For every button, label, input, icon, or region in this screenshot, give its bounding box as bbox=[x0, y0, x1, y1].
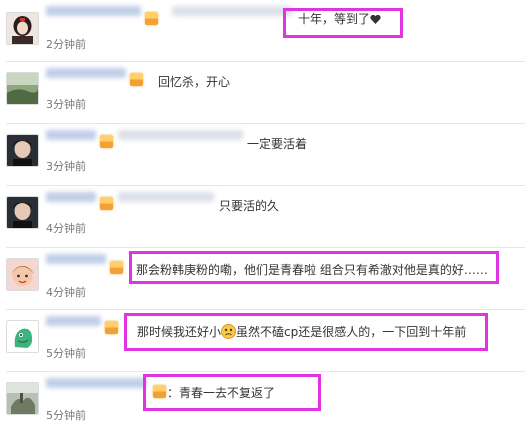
timestamp: 4分钟前 bbox=[46, 222, 86, 235]
timestamp: 5分钟前 bbox=[46, 409, 86, 422]
member-badge-icon bbox=[100, 197, 113, 210]
blurred-text bbox=[118, 192, 214, 202]
highlight-box bbox=[129, 251, 499, 284]
comment-row: 一定要活着 3分钟前 bbox=[0, 124, 525, 186]
timestamp: 5分钟前 bbox=[46, 347, 86, 360]
blurred-username bbox=[46, 130, 96, 140]
member-badge-icon bbox=[105, 321, 118, 334]
member-badge-icon bbox=[110, 261, 123, 274]
blurred-username bbox=[46, 68, 126, 78]
blurred-username bbox=[46, 6, 141, 16]
comment-row: 只要活的久 4分钟前 bbox=[0, 186, 525, 248]
timestamp: 3分钟前 bbox=[46, 160, 86, 173]
comment-row: 十年，等到了 2分钟前 bbox=[0, 0, 525, 62]
user-avatar[interactable] bbox=[6, 72, 39, 105]
blurred-username bbox=[46, 378, 146, 388]
blurred-username bbox=[46, 316, 101, 326]
user-avatar[interactable] bbox=[6, 134, 39, 167]
blurred-username bbox=[46, 192, 96, 202]
timestamp: 4分钟前 bbox=[46, 286, 86, 299]
timestamp: 3分钟前 bbox=[46, 98, 86, 111]
highlight-box bbox=[283, 8, 403, 38]
user-avatar[interactable] bbox=[6, 258, 39, 291]
comment-row: 回忆杀，开心 3分钟前 bbox=[0, 62, 525, 124]
timestamp: 2分钟前 bbox=[46, 38, 86, 51]
user-avatar[interactable] bbox=[6, 320, 39, 353]
blurred-username bbox=[46, 254, 106, 264]
blurred-text bbox=[118, 130, 243, 140]
member-badge-icon bbox=[145, 12, 158, 25]
blurred-text bbox=[172, 6, 292, 16]
user-avatar[interactable] bbox=[6, 12, 39, 45]
user-avatar[interactable] bbox=[6, 382, 39, 415]
user-avatar[interactable] bbox=[6, 196, 39, 229]
comment-text: 一定要活着 bbox=[247, 137, 308, 151]
comment-text: 只要活的久 bbox=[219, 199, 280, 213]
highlight-box bbox=[143, 374, 321, 411]
highlight-box bbox=[124, 313, 488, 351]
member-badge-icon bbox=[130, 73, 143, 86]
member-badge-icon bbox=[100, 135, 113, 148]
comment-text: 回忆杀，开心 bbox=[158, 75, 231, 89]
